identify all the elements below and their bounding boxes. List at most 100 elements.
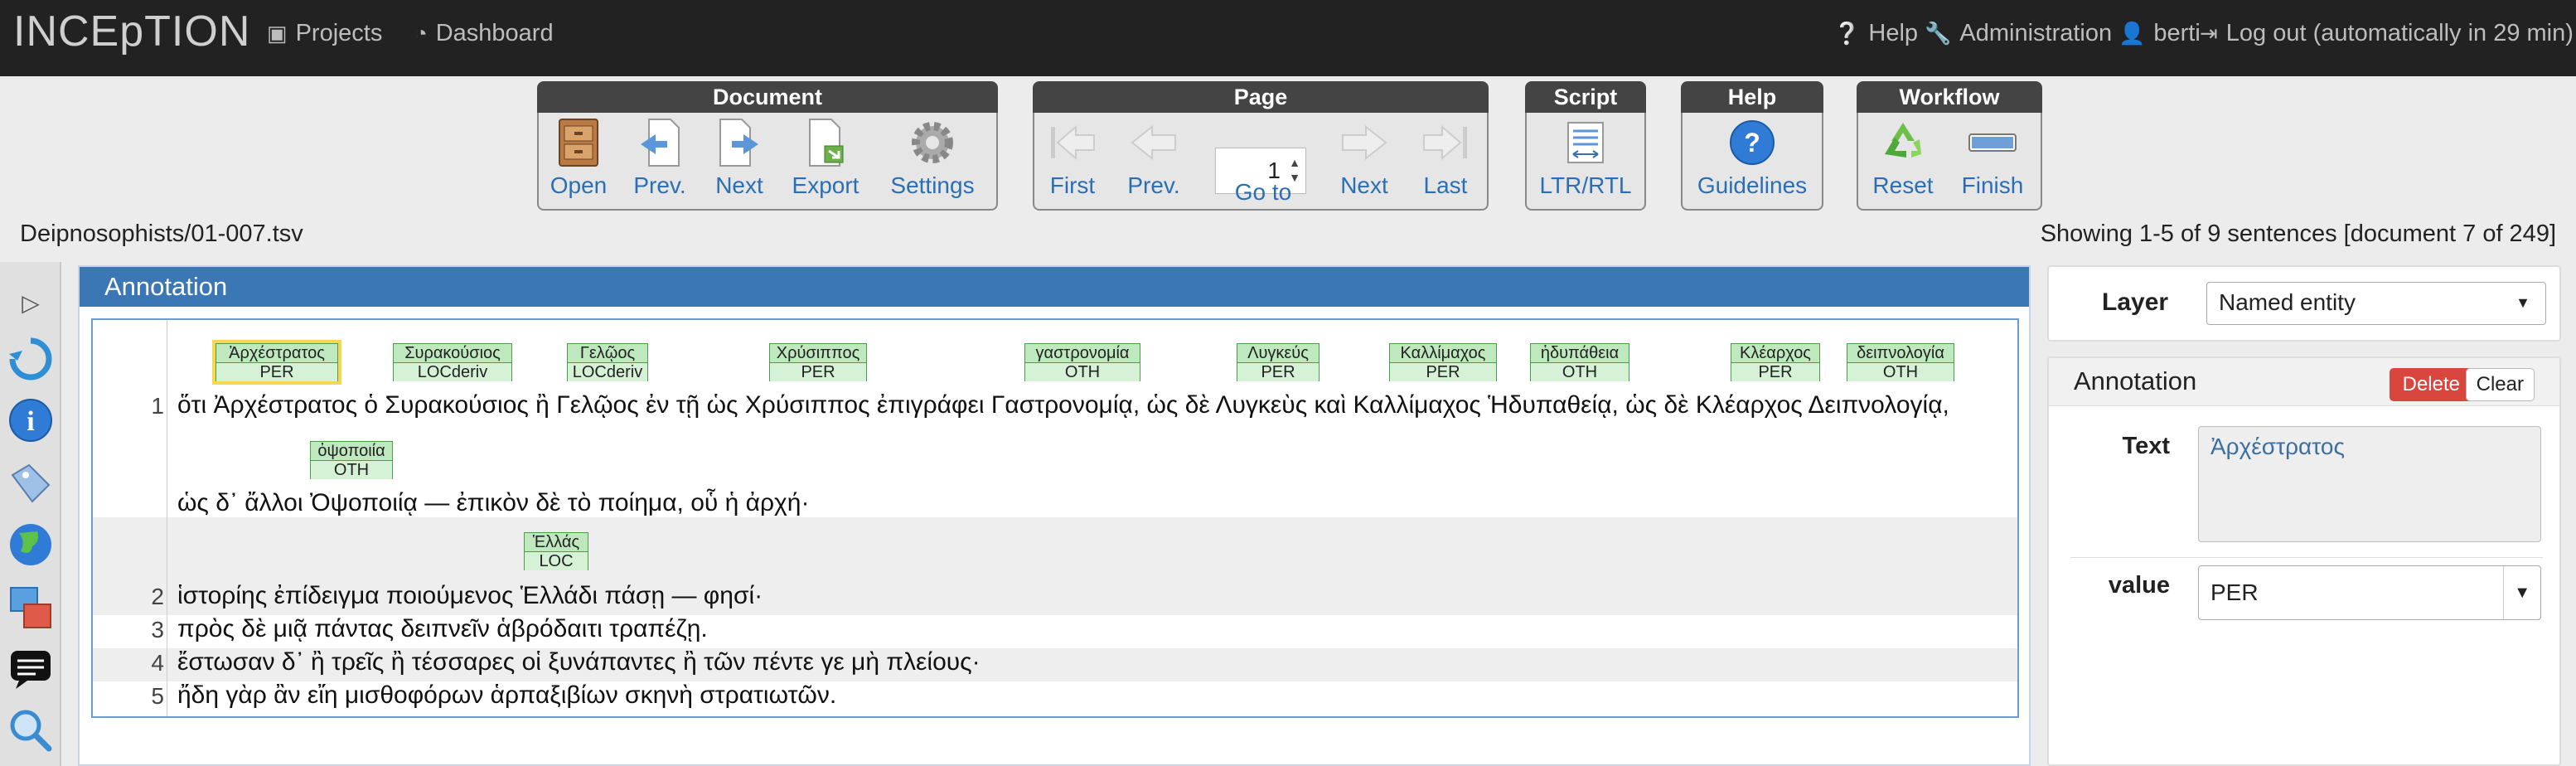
last-page-button[interactable]: Last: [1411, 116, 1480, 199]
reset-button[interactable]: Reset: [1863, 116, 1943, 199]
comment-icon[interactable]: [5, 643, 56, 695]
gear-icon: [908, 116, 957, 169]
entity-label[interactable]: ἡδυπάθεια OTH: [1530, 343, 1629, 381]
nav-dashboard[interactable]: ◔ Dashboard: [414, 20, 554, 47]
tags-icon[interactable]: [5, 458, 56, 509]
entity-label-type: OTH: [1847, 363, 1954, 381]
entity-label[interactable]: δειπνολογία OTH: [1847, 343, 1954, 381]
question-circle-icon: ❔: [1833, 21, 1861, 46]
export-button[interactable]: Export: [786, 116, 865, 199]
logout-icon: ⇥: [2200, 21, 2218, 46]
toolbar-document-title: Document: [537, 81, 998, 113]
sentence-text[interactable]: ἱστορίης ἐπίδειγμα ποιούμενος Ἑλλάδι πάσ…: [177, 582, 763, 610]
sentence-4[interactable]: 4 ἔστωσαν δ᾽ ἢ τρεῖς ἢ τέσσαρες οἱ ξυνάπ…: [93, 648, 2017, 681]
next-document-button[interactable]: Next: [705, 116, 774, 199]
next-document-label: Next: [715, 172, 763, 198]
sentence-text[interactable]: ἤδη γὰρ ἂν εἴη μισθοφόρων ἁρπαξιβίων σκη…: [177, 681, 836, 710]
windows-icon[interactable]: [5, 582, 56, 633]
nav-help[interactable]: ❔ Help: [1833, 20, 1918, 47]
sentence-range-info: Showing 1-5 of 9 sentences [document 7 o…: [2040, 221, 2556, 247]
export-icon: [801, 116, 850, 169]
arrow-left-icon: [1129, 116, 1179, 169]
nav-user[interactable]: 👤 berti: [2118, 20, 2201, 47]
entity-label[interactable]: Λυγκεύς PER: [1237, 343, 1319, 381]
wrench-icon: 🔧: [1925, 21, 1952, 46]
export-label: Export: [792, 172, 859, 198]
first-page-button[interactable]: First: [1038, 116, 1107, 199]
app-logo[interactable]: INCEpTION: [13, 7, 250, 56]
ltr-rtl-label: LTR/RTL: [1539, 172, 1632, 198]
nav-administration[interactable]: 🔧 Administration: [1925, 20, 2112, 47]
entity-label-token: Συρακούσιος: [394, 344, 511, 363]
entity-label-token: Γελῷος: [568, 344, 647, 363]
open-button[interactable]: Open: [544, 116, 613, 199]
entity-label[interactable]: Γελῷος LOCderiv: [567, 343, 648, 381]
search-icon[interactable]: [5, 705, 56, 756]
entity-label[interactable]: Συρακούσιος LOCderiv: [393, 343, 512, 381]
delete-button[interactable]: Delete: [2389, 368, 2473, 401]
clear-button[interactable]: Clear: [2465, 368, 2535, 401]
layer-select[interactable]: Named entity ▼: [2206, 282, 2546, 325]
ltr-rtl-button[interactable]: LTR/RTL: [1532, 116, 1639, 199]
sentence-1[interactable]: Ἀρχέστρατος PER Συρακούσιος LOCderiv Γελ…: [93, 320, 2017, 517]
entity-label-type: PER: [216, 363, 337, 381]
sentence-text[interactable]: ὅτι Ἀρχέστρατος ὁ Συρακούσιος ἢ Γελῷος ἐ…: [177, 391, 1949, 419]
last-page-icon: [1421, 116, 1470, 169]
prev-page-label: Prev.: [1127, 172, 1180, 198]
annotation-detail-section: Annotation Delete Clear Text Ἀρχέστρατος…: [2047, 356, 2561, 766]
sentence-3[interactable]: 3 πρὸς δὲ μιᾷ πάντας δειπνεῖν ἁβρόδαιτι …: [93, 615, 2017, 648]
toolbar-script: Script LTR/RTL: [1525, 81, 1646, 211]
annotation-editor[interactable]: Ἀρχέστρατος PER Συρακούσιος LOCderiv Γελ…: [91, 318, 2019, 718]
finish-button[interactable]: Finish: [1951, 116, 2034, 199]
entity-label[interactable]: γαστρονομία OTH: [1024, 343, 1140, 381]
recommender-sync-icon[interactable]: [5, 333, 56, 385]
expand-sidebar-icon[interactable]: ▷: [5, 277, 56, 328]
finish-label: Finish: [1961, 172, 2024, 198]
sentence-2[interactable]: Ἑλλάς LOC 2 ἱστορίης ἐπίδειγμα ποιούμενο…: [93, 517, 2017, 615]
sentence-text[interactable]: ἔστωσαν δ᾽ ἢ τρεῖς ἢ τέσσαρες οἱ ξυνάπαν…: [177, 648, 981, 676]
sentence-5[interactable]: 5 ἤδη γὰρ ἂν εἴη μισθοφόρων ἁρπαξιβίων σ…: [93, 681, 2017, 716]
guidelines-button[interactable]: ? Guidelines: [1687, 116, 1817, 199]
guidelines-label: Guidelines: [1697, 172, 1808, 198]
sentence-text[interactable]: πρὸς δὲ μιᾷ πάντας δειπνεῖν ἁβρόδαιτι τρ…: [177, 615, 708, 643]
sentence-text-continued[interactable]: ὡς δ᾽ ἄλλοι Ὀψοποιίᾳ — ἐπικὸν δὲ τὸ ποίη…: [177, 489, 809, 517]
entity-label-type: OTH: [1025, 363, 1140, 381]
entity-label[interactable]: ὀψοποιία OTH: [310, 441, 393, 479]
entity-label-type: LOC: [525, 552, 588, 570]
settings-button[interactable]: Settings: [879, 116, 986, 199]
globe-icon[interactable]: [5, 519, 56, 570]
entity-label-token: Ἑλλάς: [525, 533, 588, 552]
value-select[interactable]: PER ▼: [2198, 565, 2541, 620]
toolbar-page-body: First Prev. 1 ▲ ▼ Go to Next Last: [1033, 113, 1489, 211]
layer-label: Layer: [2102, 288, 2169, 316]
info-icon[interactable]: i: [5, 395, 56, 446]
cabinet-icon: [554, 116, 603, 169]
entity-label[interactable]: Κλέαρχος PER: [1731, 343, 1820, 381]
first-page-icon: [1048, 116, 1097, 169]
help-circle-icon: ?: [1727, 116, 1777, 169]
top-navbar: INCEpTION ▣ Projects ◔ Dashboard ❔ Help …: [0, 0, 2576, 76]
entity-label[interactable]: Ἀρχέστρατος PER: [215, 343, 338, 381]
annotation-text-field[interactable]: Ἀρχέστρατος: [2198, 426, 2541, 542]
entity-label-token: Κλέαρχος: [1731, 344, 1819, 363]
entity-label-type: PER: [770, 363, 866, 381]
chevron-down-icon: ▼: [2515, 294, 2530, 311]
entity-label[interactable]: Καλλίμαχος PER: [1389, 343, 1497, 381]
toolbar-help: Help ? Guidelines: [1681, 81, 1823, 211]
svg-text:i: i: [27, 406, 34, 437]
prev-document-button[interactable]: Prev.: [625, 116, 695, 199]
prev-page-button[interactable]: Prev.: [1119, 116, 1189, 199]
entity-label-token: ὀψοποιία: [311, 442, 392, 461]
entity-label[interactable]: Χρύσιππος PER: [769, 343, 867, 381]
entity-label-type: OTH: [311, 461, 392, 479]
entity-label[interactable]: Ἑλλάς LOC: [524, 532, 588, 570]
nav-projects[interactable]: ▣ Projects: [267, 20, 382, 47]
entity-label-token: δειπνολογία: [1847, 344, 1954, 363]
layer-section: Layer Named entity ▼: [2047, 265, 2561, 342]
nav-logout-label: Log out (automatically in 29 min): [2225, 20, 2574, 46]
nav-logout[interactable]: ⇥ Log out (automatically in 29 min): [2200, 20, 2574, 47]
goto-page-button[interactable]: Go to: [1222, 179, 1305, 206]
toolbar-help-title: Help: [1681, 81, 1823, 113]
next-page-button[interactable]: Next: [1329, 116, 1399, 199]
entity-label-token: Λυγκεύς: [1237, 344, 1319, 363]
